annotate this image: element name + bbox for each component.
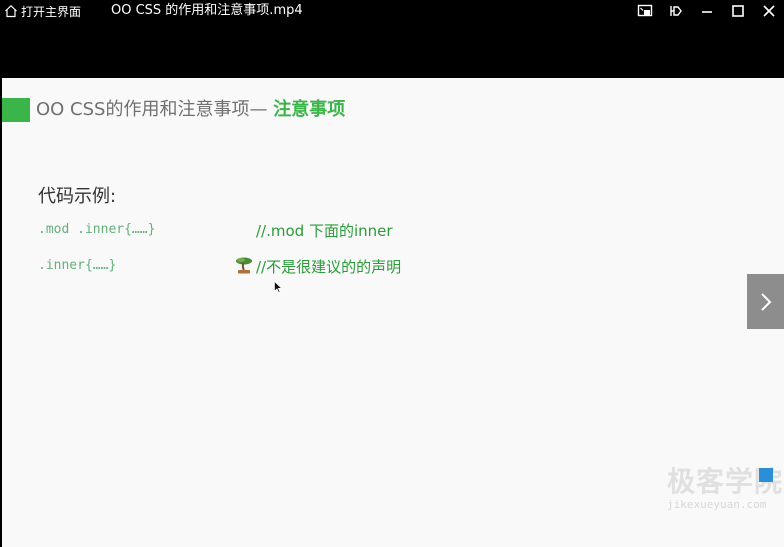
home-icon	[5, 4, 17, 18]
code-comment: //不是很建议的的声明	[256, 258, 402, 276]
close-icon	[762, 5, 775, 17]
open-home-button[interactable]: 打开主界面	[4, 2, 81, 20]
pip-button[interactable]	[629, 0, 660, 22]
maximize-button[interactable]	[722, 0, 753, 22]
minimize-icon	[701, 11, 712, 13]
heading-main: OO CSS的作用和注意事项—	[36, 99, 274, 120]
watermark: 极客学院 jikexueyuan.com	[667, 460, 783, 511]
pin-icon	[669, 6, 682, 16]
bonsai-tree-icon	[236, 257, 252, 274]
picture-in-picture-icon	[637, 4, 652, 17]
watermark-url: jikexueyuan.com	[667, 498, 767, 511]
close-button[interactable]	[753, 0, 784, 22]
code-line: .inner{……}	[38, 258, 117, 273]
video-player[interactable]: OO CSS的作用和注意事项— 注意事项 代码示例: .mod .inner{……	[0, 22, 784, 547]
home-label: 打开主界面	[21, 4, 82, 19]
next-slide-button[interactable]	[747, 274, 784, 329]
video-file-title: OO CSS 的作用和注意事项.mp4	[111, 3, 303, 18]
slide-heading: OO CSS的作用和注意事项— 注意事项	[36, 98, 345, 122]
pin-button[interactable]	[660, 0, 691, 22]
maximize-icon	[731, 5, 744, 17]
watermark-badge	[759, 468, 773, 482]
heading-accent-bar	[2, 98, 30, 122]
example-label: 代码示例:	[38, 186, 117, 207]
minimize-button[interactable]	[691, 0, 722, 22]
slide: OO CSS的作用和注意事项— 注意事项 代码示例: .mod .inner{……	[2, 78, 784, 547]
code-line: .mod .inner{……}	[38, 222, 156, 237]
mouse-cursor-icon	[274, 281, 282, 293]
chevron-right-icon	[760, 292, 771, 311]
window-controls	[629, 0, 784, 22]
title-bar: 打开主界面 OO CSS 的作用和注意事项.mp4	[0, 0, 784, 22]
heading-highlight: 注意事项	[273, 99, 346, 120]
code-comment: //.mod 下面的inner	[256, 222, 393, 240]
